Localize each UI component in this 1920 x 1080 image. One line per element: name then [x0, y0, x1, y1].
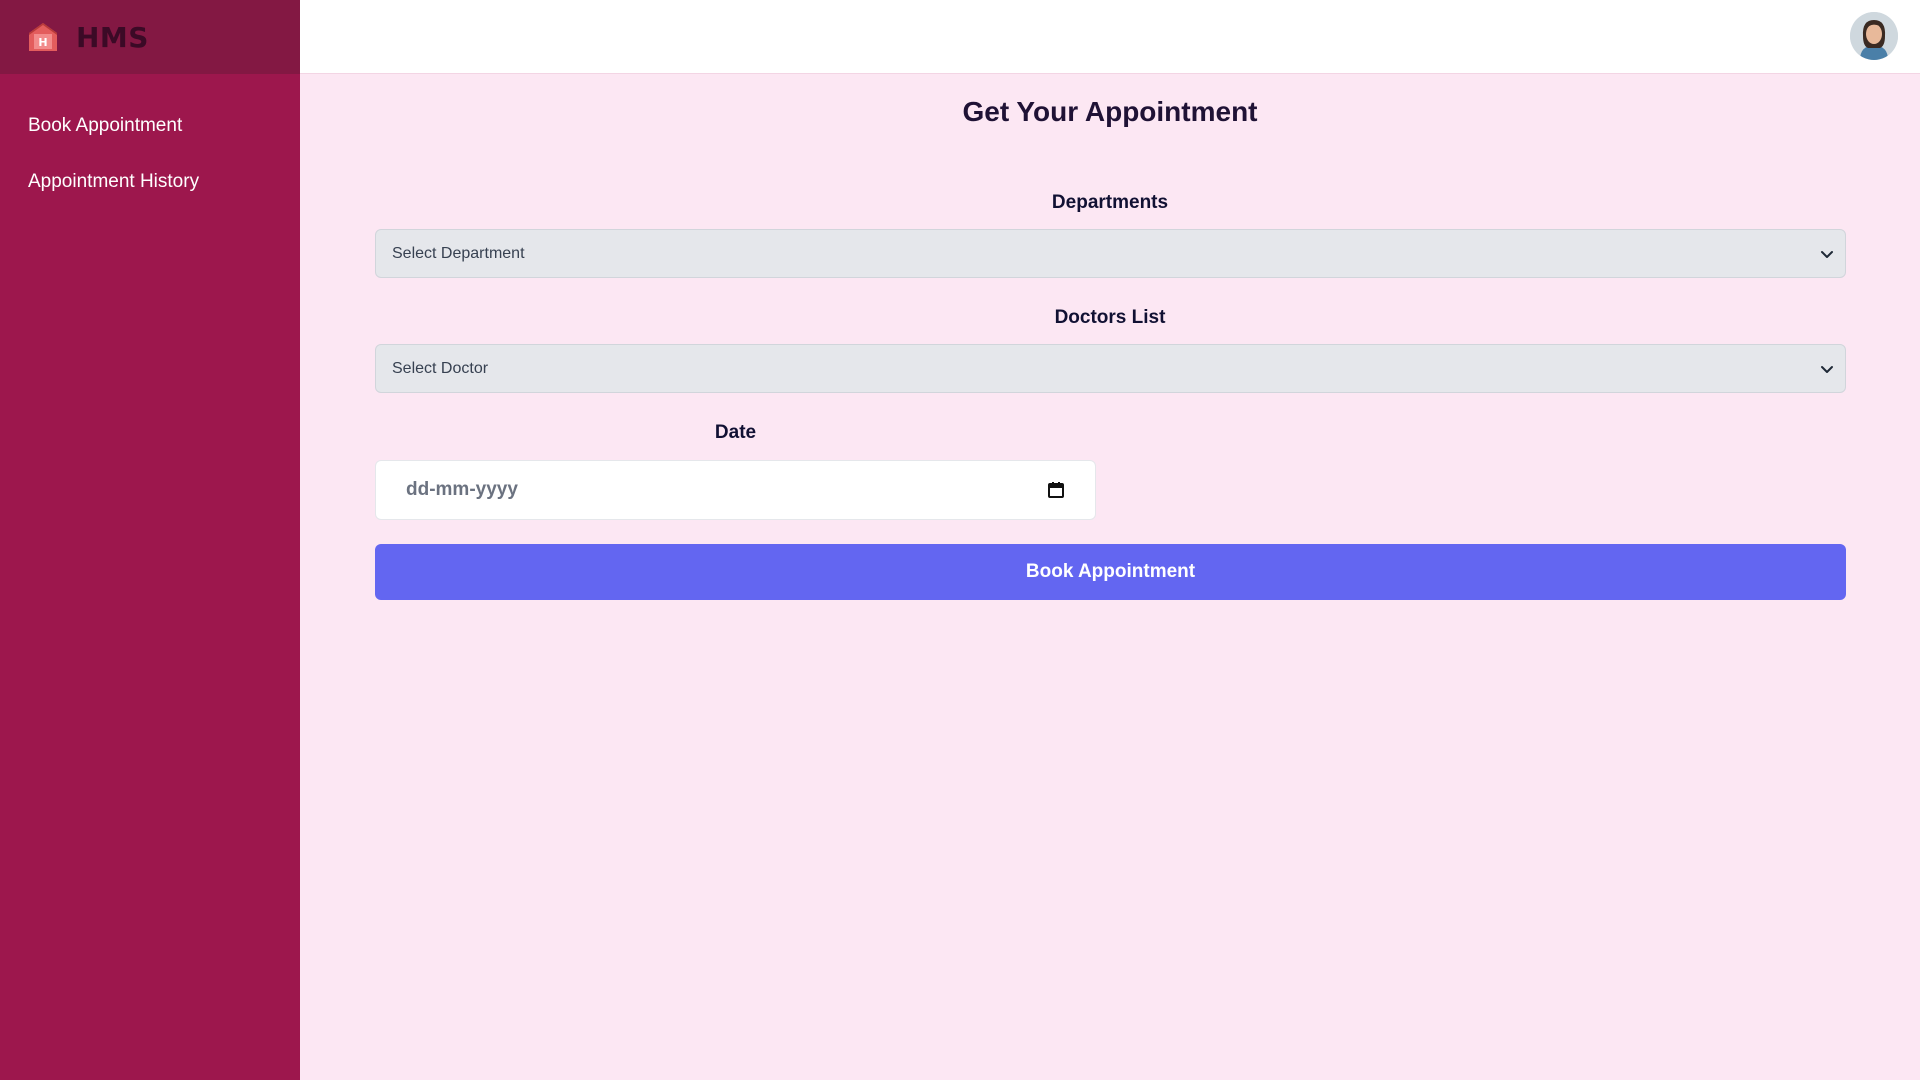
chevron-down-icon: [1821, 251, 1833, 258]
department-select-value: Select Department: [392, 244, 525, 262]
sidebar-item-book-appointment[interactable]: Book Appointment: [0, 98, 300, 154]
calendar-icon[interactable]: [1047, 481, 1065, 499]
brand-header: H HMS: [0, 0, 300, 74]
doctors-list-label: Doctors List: [1054, 307, 1166, 328]
book-appointment-button[interactable]: Book Appointment: [375, 544, 1846, 600]
top-bar: [300, 0, 1920, 74]
sidebar: H HMS Book Appointment Appointment Histo…: [0, 0, 300, 1080]
svg-text:H: H: [38, 36, 47, 49]
page-title: Get Your Appointment: [962, 96, 1258, 127]
sidebar-item-appointment-history[interactable]: Appointment History: [0, 154, 300, 210]
date-input[interactable]: dd-mm-yyyy: [375, 460, 1096, 520]
hospital-logo-icon: H: [29, 23, 57, 51]
doctor-select-value: Select Doctor: [392, 359, 489, 377]
department-select[interactable]: Select Department: [375, 229, 1846, 278]
departments-label: Departments: [1051, 192, 1169, 213]
sidebar-nav: Book Appointment Appointment History: [0, 74, 300, 210]
doctor-select[interactable]: Select Doctor: [375, 344, 1846, 393]
date-placeholder: dd-mm-yyyy: [406, 479, 518, 500]
user-avatar-icon: [1850, 12, 1898, 60]
avatar[interactable]: [1850, 12, 1898, 60]
chevron-down-icon: [1821, 366, 1833, 373]
date-label: Date: [714, 422, 757, 443]
brand-name: HMS: [76, 20, 149, 54]
main-content: Get Your Appointment Departments Select …: [300, 74, 1920, 1080]
